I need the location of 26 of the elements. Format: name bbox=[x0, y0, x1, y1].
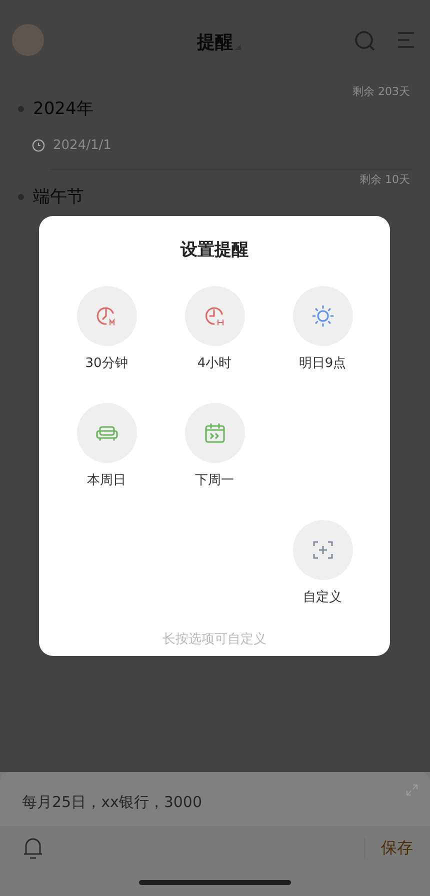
option-label: 明日9点 bbox=[298, 355, 346, 372]
bullet-dot bbox=[18, 194, 24, 200]
menu-icon[interactable] bbox=[396, 30, 416, 50]
option-label: 本周日 bbox=[87, 472, 126, 489]
input-field[interactable]: 每月25日，xx银行，3000 bbox=[0, 772, 430, 826]
sun-icon bbox=[310, 303, 336, 329]
remaining-days: 剩余 10天 bbox=[18, 172, 410, 187]
reminder-title[interactable]: 端午节 bbox=[33, 187, 84, 207]
expand-icon[interactable] bbox=[406, 784, 418, 796]
reminder-date: 2024/1/1 bbox=[53, 138, 112, 152]
option-label: 4小时 bbox=[197, 355, 232, 372]
dialog-hint: 长按选项可自定义 bbox=[162, 631, 266, 648]
add-icon bbox=[312, 539, 334, 561]
bell-icon[interactable] bbox=[22, 836, 44, 860]
reminder-title[interactable]: 2024年 bbox=[33, 99, 94, 119]
option-label: 30分钟 bbox=[85, 355, 128, 372]
avatar[interactable] bbox=[12, 24, 44, 56]
save-button[interactable]: 保存 bbox=[364, 838, 413, 858]
clock-icon bbox=[32, 138, 45, 152]
bullet-dot bbox=[18, 106, 24, 112]
option-label: 下周一 bbox=[195, 472, 234, 489]
page-title[interactable]: 提醒 bbox=[197, 30, 233, 54]
search-icon[interactable] bbox=[354, 30, 376, 52]
remaining-days: 剩余 203天 bbox=[18, 84, 410, 99]
option-label: 自定义 bbox=[303, 589, 342, 606]
dialog-title: 设置提醒 bbox=[180, 239, 248, 261]
